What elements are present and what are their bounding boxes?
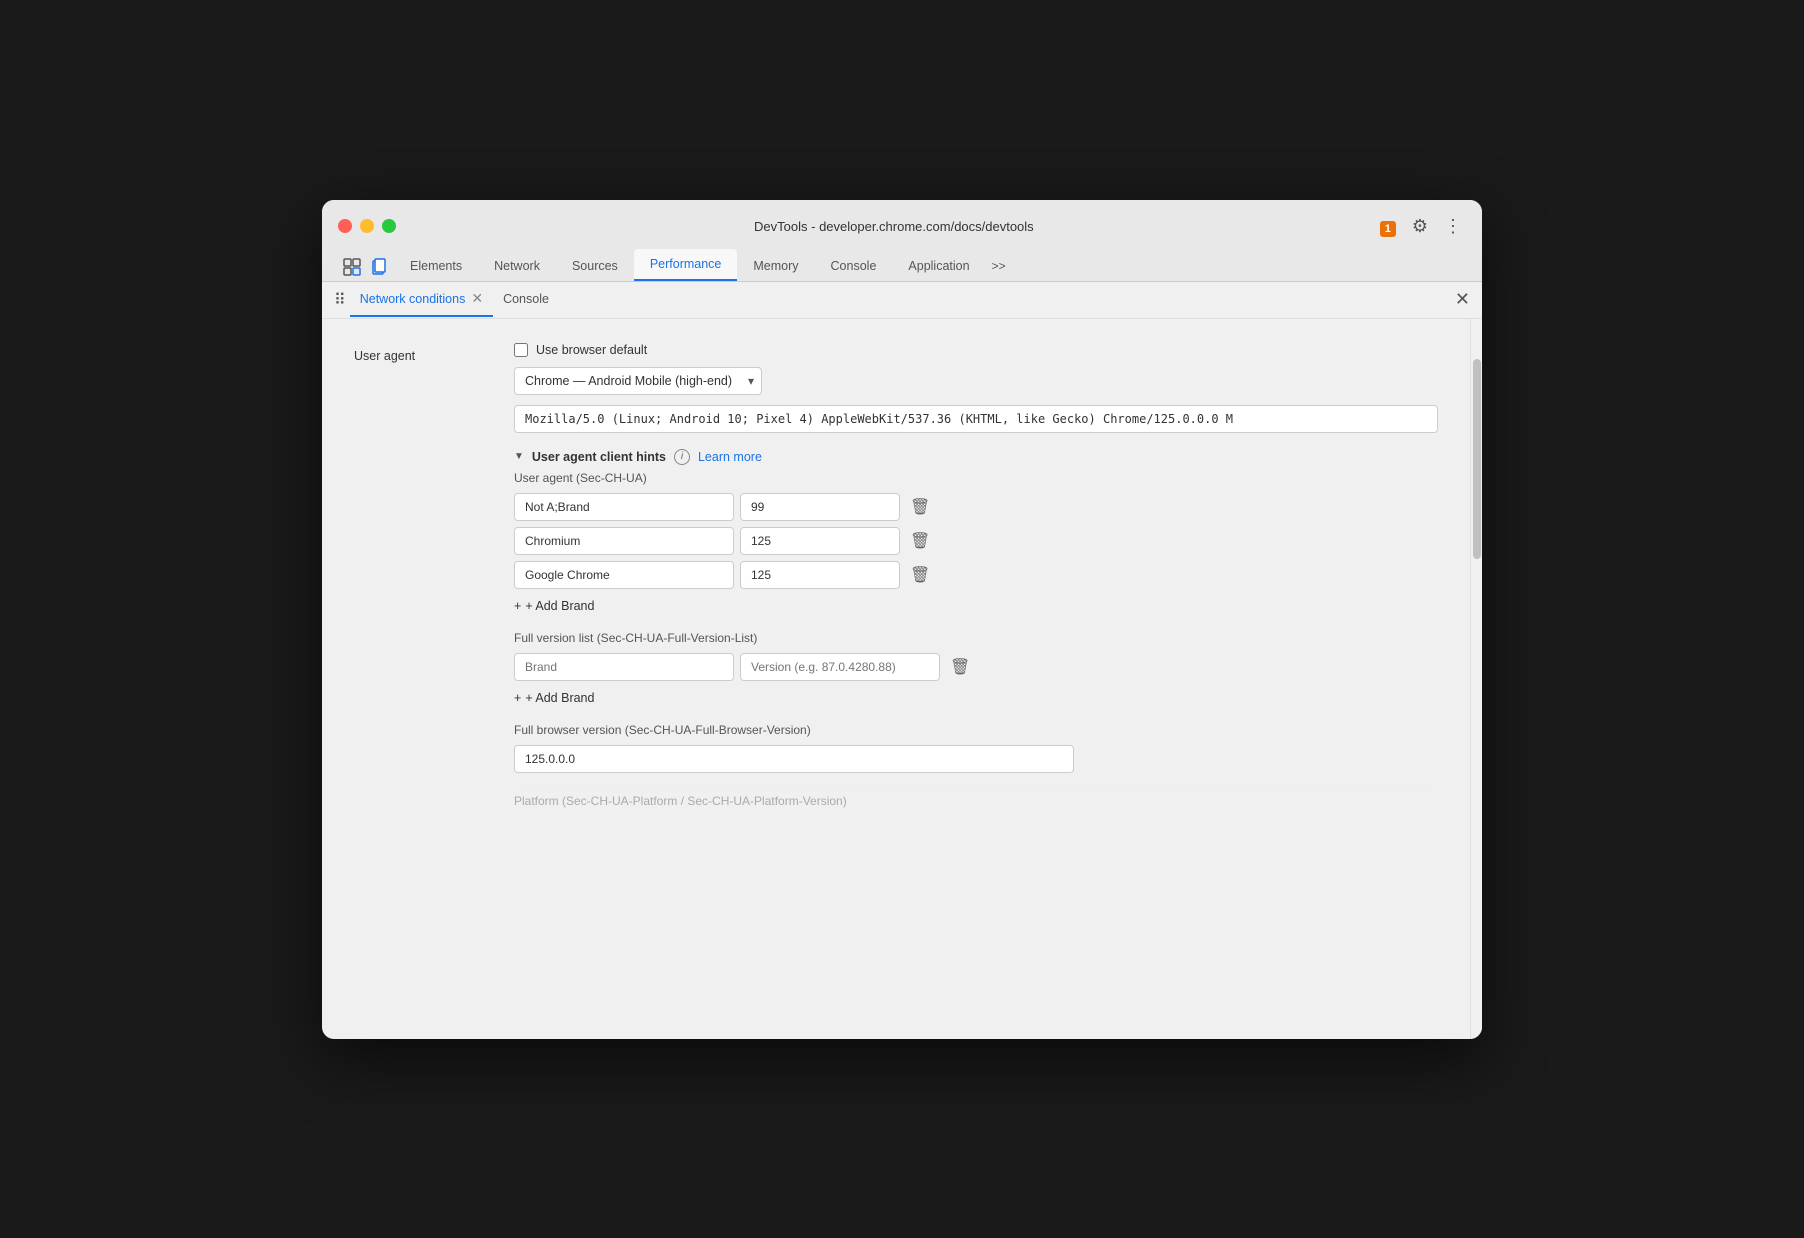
brand-name-input-0[interactable] (514, 493, 734, 521)
add-brand-button-2[interactable]: + + Add Brand (514, 687, 594, 709)
brand-row-1: 🗑 (514, 527, 1438, 555)
ua-preset-wrapper: Chrome — Android Mobile (high-end) ▾ (514, 367, 762, 395)
brand-name-input-2[interactable] (514, 561, 734, 589)
learn-more-link[interactable]: Learn more (698, 450, 762, 464)
content-area: User agent Use browser default Chrome — … (322, 319, 1482, 1039)
use-browser-default-row: Use browser default (514, 343, 1438, 357)
full-version-list-label: Full version list (Sec-CH-UA-Full-Versio… (514, 631, 1438, 645)
scrollbar-thumb[interactable] (1473, 359, 1481, 559)
plus-icon: + (514, 599, 521, 613)
tab-elements[interactable]: Elements (394, 251, 478, 281)
badge-notification[interactable]: 1 (1376, 214, 1400, 239)
full-version-brand-row: 🗑 (514, 653, 1438, 681)
user-agent-row: User agent Use browser default Chrome — … (354, 343, 1438, 808)
close-button[interactable] (338, 219, 352, 233)
tab-memory[interactable]: Memory (737, 251, 814, 281)
brand-row-2: 🗑 (514, 561, 1438, 589)
full-version-version-input[interactable] (740, 653, 940, 681)
more-options-icon[interactable]: ⋮ (1440, 214, 1466, 239)
tab-performance[interactable]: Performance (634, 249, 738, 281)
window-title: DevTools - developer.chrome.com/docs/dev… (412, 219, 1376, 234)
full-browser-version-label: Full browser version (Sec-CH-UA-Full-Bro… (514, 723, 1438, 737)
close-drawer-button[interactable]: ✕ (1451, 285, 1474, 314)
drawer-menu-icon[interactable]: ⠿ (330, 282, 350, 318)
drawer-tab-console[interactable]: Console (493, 284, 559, 316)
brand-version-input-0[interactable] (740, 493, 900, 521)
main-panel: User agent Use browser default Chrome — … (322, 319, 1470, 1039)
titlebar: DevTools - developer.chrome.com/docs/dev… (322, 200, 1482, 282)
add-brand-button-1[interactable]: + + Add Brand (514, 595, 594, 617)
tab-application[interactable]: Application (892, 251, 985, 281)
delete-brand-button-0[interactable]: 🗑 (906, 493, 934, 521)
client-hints-section: ▼ User agent client hints i Learn more U… (514, 449, 1438, 808)
collapse-triangle-icon[interactable]: ▼ (514, 451, 524, 462)
traffic-lights (338, 219, 396, 233)
close-network-conditions-tab[interactable]: ✕ (471, 290, 483, 307)
user-agent-fields: Use browser default Chrome — Android Mob… (514, 343, 1438, 808)
delete-full-version-brand-button[interactable]: 🗑 (946, 653, 974, 681)
full-browser-version-input[interactable] (514, 745, 1074, 773)
scrollbar-track (1470, 319, 1482, 1039)
brand-row-0: 🗑 (514, 493, 1438, 521)
brand-name-input-1[interactable] (514, 527, 734, 555)
minimize-button[interactable] (360, 219, 374, 233)
brand-version-input-2[interactable] (740, 561, 900, 589)
devtools-window: DevTools - developer.chrome.com/docs/dev… (322, 200, 1482, 1039)
drawer-tabs-bar: ⠿ Network conditions ✕ Console ✕ (322, 282, 1482, 319)
tab-console[interactable]: Console (815, 251, 893, 281)
tab-sources[interactable]: Sources (556, 251, 634, 281)
main-tabs: Elements Network Sources Performance Mem… (338, 249, 1466, 281)
use-browser-default-checkbox[interactable] (514, 343, 528, 357)
delete-brand-button-1[interactable]: 🗑 (906, 527, 934, 555)
settings-icon[interactable]: ⚙ (1408, 214, 1432, 239)
use-browser-default-label: Use browser default (536, 343, 647, 357)
ua-preset-select[interactable]: Chrome — Android Mobile (high-end) (514, 367, 762, 395)
info-icon[interactable]: i (674, 449, 690, 465)
toolbar-right: 1 ⚙ ⋮ (1376, 214, 1466, 239)
maximize-button[interactable] (382, 219, 396, 233)
plus-icon-2: + (514, 691, 521, 705)
ua-string-input[interactable] (514, 405, 1438, 433)
client-hints-header: ▼ User agent client hints i Learn more (514, 449, 1438, 465)
more-tabs-button[interactable]: >> (986, 251, 1012, 281)
inspect-icon[interactable] (338, 253, 366, 281)
user-agent-label: User agent (354, 343, 514, 363)
tab-network[interactable]: Network (478, 251, 556, 281)
drawer-tab-network-conditions[interactable]: Network conditions ✕ (350, 282, 493, 317)
device-icon[interactable] (366, 253, 394, 281)
sec-ch-ua-label: User agent (Sec-CH-UA) (514, 471, 1438, 485)
full-version-brand-input[interactable] (514, 653, 734, 681)
delete-brand-button-2[interactable]: 🗑 (906, 561, 934, 589)
brand-version-input-1[interactable] (740, 527, 900, 555)
platform-label-partial: Platform (Sec-CH-UA-Platform / Sec-CH-UA… (514, 785, 1438, 808)
